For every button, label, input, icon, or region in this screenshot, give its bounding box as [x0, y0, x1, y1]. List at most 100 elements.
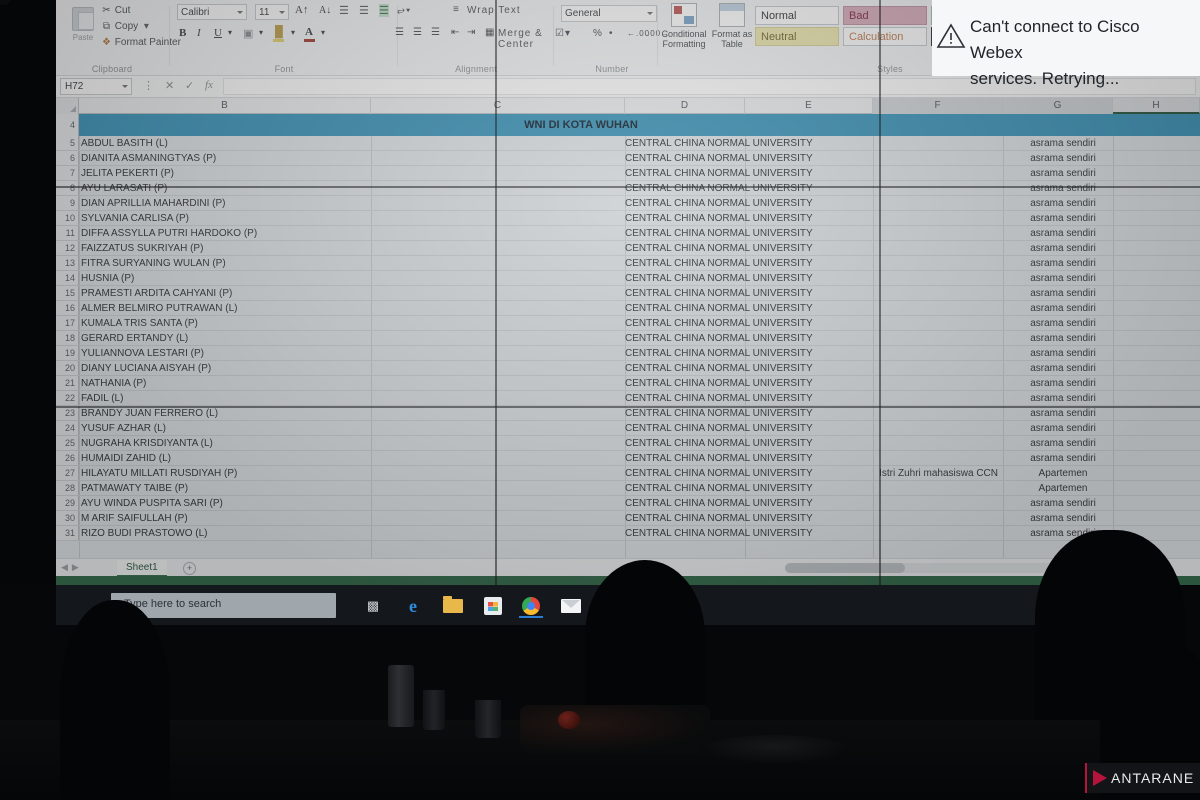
- cell-name[interactable]: ALMER BELMIRO PUTRAWAN (L): [81, 301, 371, 315]
- cell-name[interactable]: FADIL (L): [81, 391, 371, 405]
- font-color-icon[interactable]: A: [305, 26, 313, 38]
- table-row[interactable]: 8 AYU LARASATI (P) CENTRAL CHINA NORMAL UN…: [55, 181, 1200, 196]
- row-header[interactable]: 6: [55, 151, 79, 165]
- cell-note[interactable]: [873, 436, 998, 450]
- table-row[interactable]: 30 M ARIF SAIFULLAH (P) CENTRAL CHINA NORM…: [55, 511, 1200, 526]
- fill-color-icon[interactable]: █: [275, 26, 283, 38]
- cell-organization[interactable]: CENTRAL CHINA NORMAL UNIVERSITY: [625, 316, 865, 330]
- cell-housing[interactable]: asrama sendiri: [1003, 391, 1123, 405]
- paste-button[interactable]: Paste: [65, 4, 101, 56]
- row-header[interactable]: 17: [55, 316, 79, 330]
- cell-organization[interactable]: CENTRAL CHINA NORMAL UNIVERSITY: [625, 436, 865, 450]
- cell-note[interactable]: [873, 406, 998, 420]
- cell-housing[interactable]: asrama sendiri: [1003, 496, 1123, 510]
- row-header[interactable]: 13: [55, 256, 79, 270]
- cell-name[interactable]: JELITA PEKERTI (P): [81, 166, 371, 180]
- cell-name[interactable]: DIAN APRILLIA MAHARDINI (P): [81, 196, 371, 210]
- column-header-E[interactable]: E: [745, 98, 873, 114]
- cell-organization[interactable]: CENTRAL CHINA NORMAL UNIVERSITY: [625, 286, 865, 300]
- cell-housing[interactable]: asrama sendiri: [1003, 511, 1123, 525]
- cell-name[interactable]: FITRA SURYANING WULAN (P): [81, 256, 371, 270]
- row-header[interactable]: 7: [55, 166, 79, 180]
- row-header[interactable]: 14: [55, 271, 79, 285]
- cell-organization[interactable]: CENTRAL CHINA NORMAL UNIVERSITY: [625, 151, 865, 165]
- align-center-icon[interactable]: ☰: [413, 27, 423, 38]
- select-all-corner[interactable]: [55, 98, 79, 114]
- currency-icon[interactable]: ☑▾: [555, 28, 571, 39]
- cell-housing[interactable]: asrama sendiri: [1003, 316, 1123, 330]
- cell-name[interactable]: DIANITA ASMANINGTYAS (P): [81, 151, 371, 165]
- table-row[interactable]: 9 DIAN APRILLIA MAHARDINI (P) CENTRAL CHIN…: [55, 196, 1200, 211]
- add-sheet-button[interactable]: +: [183, 562, 196, 575]
- cell-organization[interactable]: CENTRAL CHINA NORMAL UNIVERSITY: [625, 451, 865, 465]
- cell-housing[interactable]: asrama sendiri: [1003, 376, 1123, 390]
- mail-icon[interactable]: [559, 594, 583, 618]
- cell-organization[interactable]: CENTRAL CHINA NORMAL UNIVERSITY: [625, 256, 865, 270]
- row-header[interactable]: 26: [55, 451, 79, 465]
- cell-note[interactable]: [873, 511, 998, 525]
- cell-note[interactable]: [873, 211, 998, 225]
- cell-organization[interactable]: CENTRAL CHINA NORMAL UNIVERSITY: [625, 391, 865, 405]
- table-title-row[interactable]: 4 WNI DI KOTA WUHAN: [55, 114, 1200, 136]
- cell-note[interactable]: [873, 346, 998, 360]
- cell-organization[interactable]: CENTRAL CHINA NORMAL UNIVERSITY: [625, 361, 865, 375]
- table-row[interactable]: 14 HUSNIA (P) CENTRAL CHINA NORMAL UNIVERS…: [55, 271, 1200, 286]
- cell-housing[interactable]: asrama sendiri: [1003, 166, 1123, 180]
- increase-indent-icon[interactable]: ⇥: [467, 27, 476, 38]
- edge-icon[interactable]: e: [401, 594, 425, 618]
- cell-housing[interactable]: asrama sendiri: [1003, 451, 1123, 465]
- cell-housing[interactable]: asrama sendiri: [1003, 406, 1123, 420]
- table-row[interactable]: 17 KUMALA TRIS SANTA (P) CENTRAL CHINA NOR…: [55, 316, 1200, 331]
- row-header[interactable]: 29: [55, 496, 79, 510]
- row-header[interactable]: 16: [55, 301, 79, 315]
- row-header[interactable]: 15: [55, 286, 79, 300]
- table-row[interactable]: 21 NATHANIA (P) CENTRAL CHINA NORMAL UNIVE…: [55, 376, 1200, 391]
- cell-organization[interactable]: CENTRAL CHINA NORMAL UNIVERSITY: [625, 301, 865, 315]
- row-header[interactable]: 31: [55, 526, 79, 540]
- column-header-B[interactable]: B: [79, 98, 371, 114]
- cell-housing[interactable]: asrama sendiri: [1003, 211, 1123, 225]
- align-top-icon[interactable]: ☰: [339, 4, 349, 17]
- row-header[interactable]: 9: [55, 196, 79, 210]
- number-format-combobox[interactable]: General: [561, 5, 657, 22]
- chevron-down-icon[interactable]: [279, 11, 285, 14]
- font-size-combobox[interactable]: 11: [255, 4, 289, 20]
- cell-organization[interactable]: CENTRAL CHINA NORMAL UNIVERSITY: [625, 421, 865, 435]
- cell-name[interactable]: AYU WINDA PUSPITA SARI (P): [81, 496, 371, 510]
- table-row[interactable]: 7 JELITA PEKERTI (P) CENTRAL CHINA NORMAL …: [55, 166, 1200, 181]
- table-row[interactable]: 27 HILAYATU MILLATI RUSDIYAH (P) CENTRAL C…: [55, 466, 1200, 481]
- column-header-D[interactable]: D: [625, 98, 745, 114]
- cell-organization[interactable]: CENTRAL CHINA NORMAL UNIVERSITY: [625, 466, 865, 480]
- confirm-entry-icon[interactable]: ✓: [185, 79, 194, 92]
- table-row[interactable]: 29 AYU WINDA PUSPITA SARI (P) CENTRAL CHIN…: [55, 496, 1200, 511]
- row-header[interactable]: 19: [55, 346, 79, 360]
- borders-icon[interactable]: ▣: [243, 27, 253, 40]
- align-left-icon[interactable]: ☰: [395, 27, 405, 38]
- cell-name[interactable]: HUSNIA (P): [81, 271, 371, 285]
- spreadsheet-grid[interactable]: 4 WNI DI KOTA WUHAN 5 ABDUL BASITH (L) CEN…: [55, 114, 1200, 558]
- cell-housing[interactable]: Apartemen: [1003, 481, 1123, 495]
- cell-name[interactable]: PATMAWATY TAIBE (P): [81, 481, 371, 495]
- cell-note[interactable]: [873, 526, 998, 540]
- cell-name[interactable]: HILAYATU MILLATI RUSDIYAH (P): [81, 466, 371, 480]
- cut-button[interactable]: ✂ Cut: [101, 5, 130, 16]
- cell-housing[interactable]: asrama sendiri: [1003, 226, 1123, 240]
- cell-name[interactable]: DIANY LUCIANA AISYAH (P): [81, 361, 371, 375]
- row-header[interactable]: 24: [55, 421, 79, 435]
- cell-organization[interactable]: CENTRAL CHINA NORMAL UNIVERSITY: [625, 511, 865, 525]
- cell-style-neutral[interactable]: Neutral: [755, 27, 839, 46]
- table-row[interactable]: 6 DIANITA ASMANINGTYAS (P) CENTRAL CHINA N…: [55, 151, 1200, 166]
- cell-name[interactable]: NUGRAHA KRISDIYANTA (L): [81, 436, 371, 450]
- cell-note[interactable]: [873, 151, 998, 165]
- cell-note[interactable]: [873, 256, 998, 270]
- cell-housing[interactable]: asrama sendiri: [1003, 151, 1123, 165]
- row-header[interactable]: 12: [55, 241, 79, 255]
- cell-organization[interactable]: CENTRAL CHINA NORMAL UNIVERSITY: [625, 211, 865, 225]
- cell-housing[interactable]: asrama sendiri: [1003, 241, 1123, 255]
- cell-name[interactable]: GERARD ERTANDY (L): [81, 331, 371, 345]
- format-as-table-button[interactable]: Format as Table: [709, 3, 755, 49]
- webex-connection-notification[interactable]: Can't connect to Cisco Webex services. R…: [932, 0, 1200, 88]
- file-explorer-icon[interactable]: [441, 594, 465, 618]
- table-row[interactable]: 20 DIANY LUCIANA AISYAH (P) CENTRAL CHINA …: [55, 361, 1200, 376]
- cell-organization[interactable]: CENTRAL CHINA NORMAL UNIVERSITY: [625, 166, 865, 180]
